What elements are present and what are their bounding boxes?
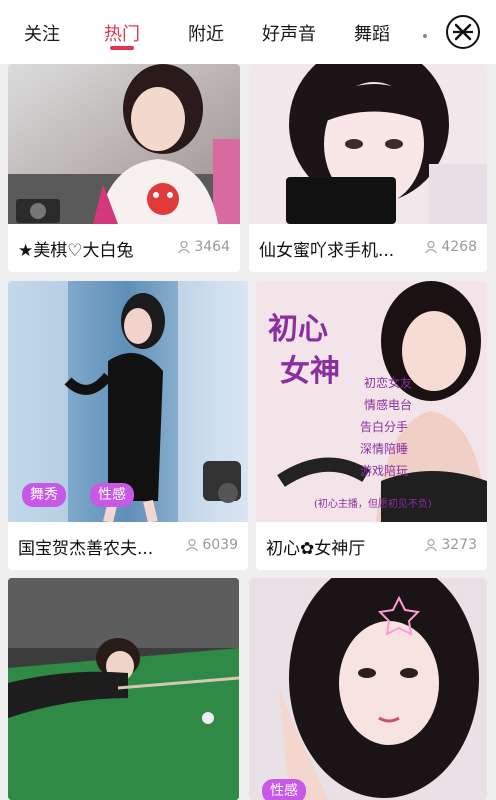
card-caption: ★美棋♡大白兔 3464 [8,224,240,272]
card-caption: 国宝贺杰善农夫... 6039 [8,522,248,570]
stream-card[interactable]: 舞秀 性感 国宝贺杰善农夫... 6039 [8,281,248,570]
close-icon [453,23,473,41]
stream-title: 初心✿女神厅 [266,539,366,559]
stream-title: ★美棋♡大白兔 [18,241,134,261]
viewer-count: 3464 [177,239,230,255]
stream-card[interactable]: 仙女蜜吖求手机... 4268 [249,64,487,272]
poster-text: 情感电台 [364,397,412,412]
viewer-count-value: 3464 [194,239,230,255]
card-caption: 仙女蜜吖求手机... 4268 [249,224,487,272]
poster-text: 游戏陪玩 [360,463,408,478]
stream-title: 国宝贺杰善农夫... [18,539,154,559]
tab-follow[interactable]: 关注 [22,0,62,46]
stream-thumbnail [8,64,240,224]
person-icon [186,538,199,552]
poster-heading: 女神 [280,354,340,389]
poster-heading: 初心 [268,312,328,347]
close-button[interactable] [446,15,480,49]
category-tag: 舞秀 [22,483,66,507]
stream-thumbnail [8,578,239,800]
stream-thumbnail [249,64,487,224]
category-tag: 性感 [90,483,134,507]
viewer-count-value: 6039 [202,537,238,553]
viewer-count-value: 4268 [441,239,477,255]
viewer-count: 4268 [424,239,477,255]
more-tabs-indicator [423,34,427,38]
category-tag: 性感 [262,779,306,800]
stream-card[interactable]: ★美棋♡大白兔 3464 [8,64,240,272]
tab-dance[interactable]: 舞蹈 [352,0,392,46]
poster-text: (初心主播，但愿初见不负) [314,497,432,510]
stream-thumbnail [249,578,487,800]
stream-card[interactable] [8,578,239,800]
stream-title: 仙女蜜吖求手机... [259,241,395,261]
poster-text: 告白分手 [360,419,408,434]
viewer-count-value: 3273 [441,537,477,553]
poster-text: 初恋女友 [364,375,412,390]
person-icon [425,538,438,552]
person-icon [178,240,191,254]
tab-hot[interactable]: 热门 [102,0,142,46]
tab-good-voice[interactable]: 好声音 [259,0,319,46]
tab-nearby[interactable]: 附近 [186,0,226,46]
stream-card[interactable]: 初心 女神 初恋女友 情感电台 告白分手 深情陪睡 游戏陪玩 (初心主播，但愿初… [256,281,487,570]
person-icon [425,240,438,254]
viewer-count: 3273 [424,537,477,553]
card-caption: 初心✿女神厅 3273 [256,522,487,570]
top-tab-bar: 关注 热门 附近 好声音 舞蹈 [0,0,496,64]
poster-text: 深情陪睡 [360,441,408,456]
stream-thumbnail: 初心 女神 初恋女友 情感电台 告白分手 深情陪睡 游戏陪玩 (初心主播，但愿初… [256,281,487,522]
viewer-count: 6039 [185,537,238,553]
stream-card[interactable]: 性感 [249,578,487,800]
